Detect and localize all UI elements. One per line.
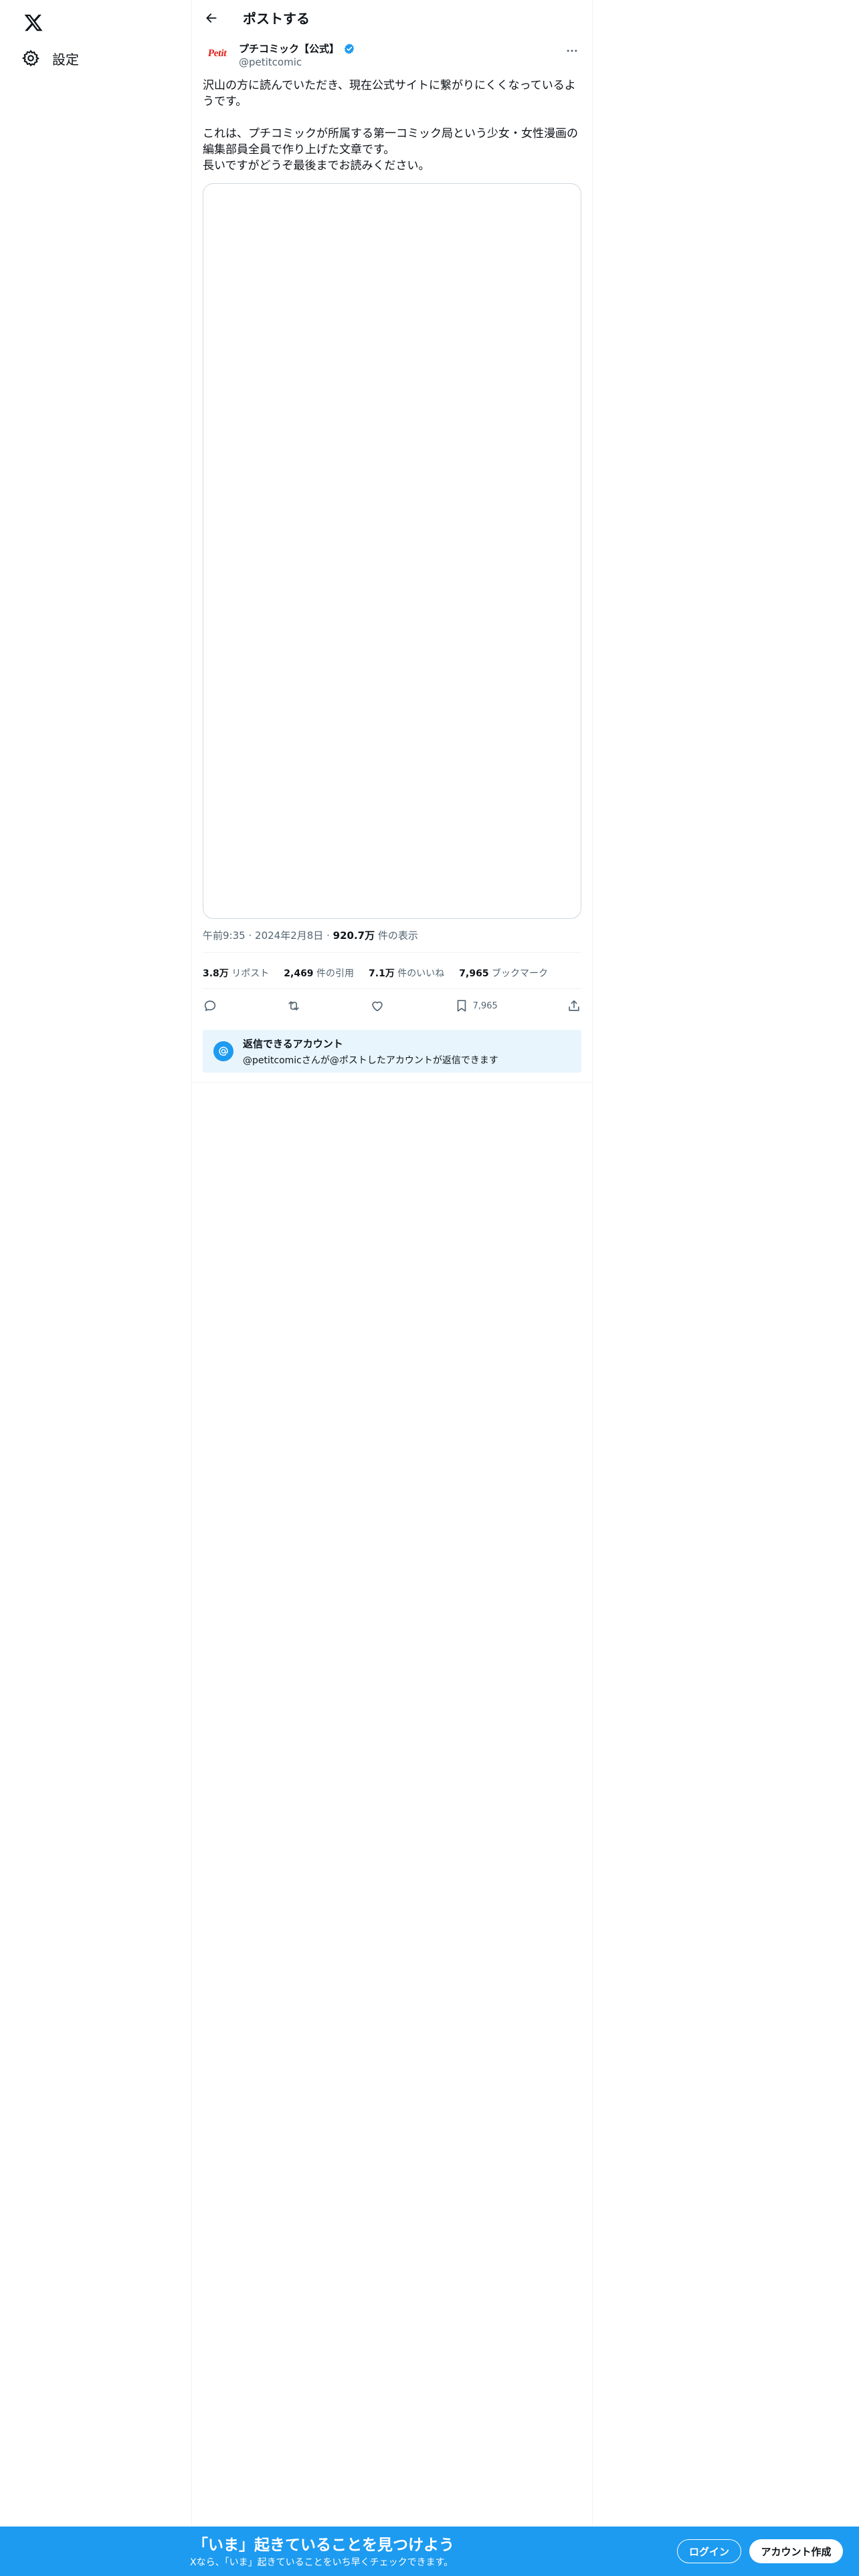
likes-label: 件のいいね (397, 968, 445, 979)
reply-notice-desc: @petitcomicさんが@ポストしたアカウントが返信できます (243, 1055, 498, 1066)
quotes-count: 2,469 (284, 968, 314, 979)
avatar-logo-text: Petit (207, 47, 227, 59)
meta-separator: · (248, 930, 252, 942)
post-date[interactable]: 2024年2月8日 (255, 930, 323, 942)
banner-subtext: Xなら、「いま」起きていることをいち早くチェックできます。 (190, 2557, 454, 2568)
avatar[interactable]: Petit (203, 39, 232, 68)
display-name[interactable]: プチコミック【公式】 (239, 41, 355, 56)
post-time[interactable]: 午前9:35 (203, 930, 246, 942)
left-sidebar: 設定 (0, 0, 191, 2576)
page-title: ポストする (243, 11, 310, 27)
heart-icon (372, 1001, 383, 1012)
likes-count: 7.1万 (369, 968, 395, 979)
post-text: 沢山の方に読んでいただき、現在公式サイトに繋がりにくくなっているようです。 これ… (203, 79, 578, 173)
bookmarks-label: ブックマーク (492, 968, 549, 979)
divider (192, 1082, 592, 1083)
stat-likes[interactable]: 7.1万 件のいいね (369, 966, 444, 980)
bookmark-count: 7,965 (472, 1000, 498, 1011)
reply-restriction-notice: 返信できるアカウント @petitcomicさんが@ポストしたアカウントが返信で… (203, 1030, 581, 1073)
quotes-label: 件の引用 (316, 968, 355, 979)
views-count: 920.7万 (332, 930, 375, 942)
signup-button[interactable]: アカウント作成 (749, 2539, 843, 2563)
login-button[interactable]: ログイン (677, 2539, 741, 2563)
share-button[interactable] (567, 998, 581, 1013)
top-bar: ポストする (192, 0, 592, 35)
at-icon (213, 1041, 233, 1061)
handle[interactable]: @petitcomic (239, 56, 302, 68)
post-meta: 午前9:35 · 2024年2月8日 · 920.7万 件の表示 (203, 928, 418, 942)
bookmarks-count: 7,965 (459, 968, 489, 979)
back-button[interactable] (200, 7, 223, 29)
reply-notice-title: 返信できるアカウント (243, 1037, 343, 1050)
sidebar-item-settings[interactable]: 設定 (13, 43, 87, 74)
reply-icon (204, 1000, 216, 1011)
repost-button[interactable] (286, 998, 301, 1013)
action-bar: 7,965 (203, 992, 581, 1019)
arrow-left-icon (206, 13, 217, 23)
bookmark-button[interactable]: 7,965 (454, 998, 498, 1013)
sidebar-item-label: 設定 (52, 51, 79, 68)
meta-separator: · (326, 930, 330, 942)
stat-quotes[interactable]: 2,469 件の引用 (284, 966, 354, 980)
reply-button[interactable] (203, 998, 217, 1013)
divider (203, 952, 581, 953)
more-button[interactable] (563, 41, 581, 60)
gear-icon (21, 49, 40, 68)
reposts-count: 3.8万 (203, 968, 229, 979)
display-name-text: プチコミック【公式】 (239, 43, 340, 55)
divider (203, 988, 581, 989)
stat-reposts[interactable]: 3.8万 リポスト (203, 966, 269, 980)
banner-headline: 「いま」起きていることを見つけよう (193, 2537, 454, 2554)
more-dots-icon (567, 49, 577, 52)
views-label: 件の表示 (377, 930, 418, 942)
share-icon (569, 1000, 579, 1011)
reposts-label: リポスト (231, 968, 270, 979)
repost-icon (288, 1001, 299, 1010)
post-header: Petit プチコミック【公式】 @petitcomic (203, 39, 581, 71)
signup-banner: 「いま」起きていることを見つけよう Xなら、「いま」起きていることをいち早くチェ… (0, 2527, 859, 2576)
media-card[interactable] (203, 183, 581, 919)
bookmark-icon (457, 1000, 466, 1012)
main-column: ポストする Petit プチコミック【公式】 @petitcomic 沢山の方に… (191, 0, 593, 2576)
x-logo-icon[interactable] (17, 7, 50, 39)
like-button[interactable] (370, 998, 385, 1013)
post-stats: 3.8万 リポスト 2,469 件の引用 7.1万 件のいいね 7,965 ブッ… (203, 963, 563, 983)
stat-bookmarks[interactable]: 7,965 ブックマーク (459, 966, 548, 980)
verified-badge-icon (344, 43, 355, 54)
